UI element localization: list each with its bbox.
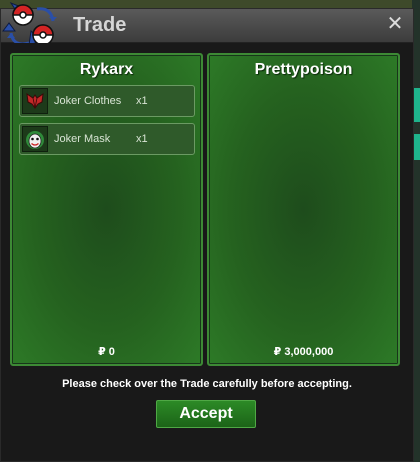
trade-window: Trade ✕ Rykarx Joker Clothes x1 Joker Ma…	[0, 1, 414, 462]
item-quantity: x1	[136, 133, 148, 145]
trade-item[interactable]: Joker Clothes x1	[19, 85, 195, 117]
trade-notice: Please check over the Trade carefully be…	[62, 378, 352, 390]
close-button[interactable]: ✕	[385, 13, 405, 35]
right-trader-name: Prettypoison	[254, 61, 353, 78]
accept-button[interactable]: Accept	[156, 400, 256, 428]
left-trader-name: Rykarx	[79, 61, 134, 78]
background-side-tab	[414, 88, 420, 122]
item-name: Joker Mask	[54, 133, 111, 145]
item-quantity: x1	[136, 95, 148, 107]
left-trader-money: ₽ 0	[98, 346, 115, 358]
right-trader-money: ₽ 3,000,000	[273, 346, 334, 358]
joker-clothes-icon	[22, 88, 48, 114]
joker-mask-icon	[22, 126, 48, 152]
item-name: Joker Clothes	[54, 95, 122, 107]
left-trader-panel: Rykarx Joker Clothes x1 Joker Mask x1 ₽ …	[10, 53, 203, 366]
right-trader-panel: Prettypoison ₽ 3,000,000	[207, 53, 400, 366]
trade-item[interactable]: Joker Mask x1	[19, 123, 195, 155]
background-side-tab	[414, 134, 420, 160]
window-title: Trade	[73, 14, 127, 36]
trade-body: Rykarx Joker Clothes x1 Joker Mask x1 ₽ …	[1, 43, 413, 461]
